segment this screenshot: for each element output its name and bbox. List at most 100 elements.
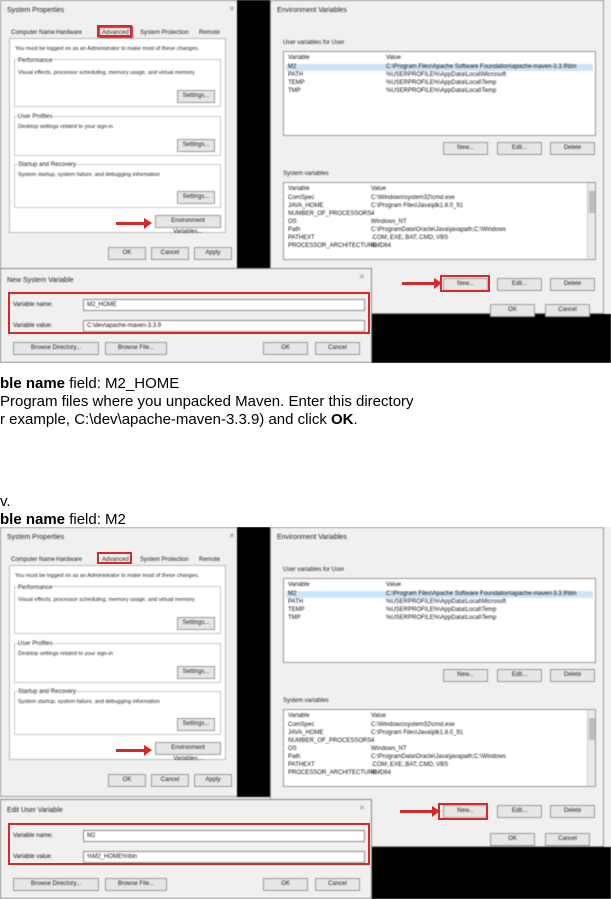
list-item[interactable]: NUMBER_OF_PROCESSORS 4 bbox=[286, 738, 593, 745]
cancel-button[interactable]: Cancel bbox=[545, 833, 590, 846]
list-item[interactable]: M2 C:\Program Files\Apache Software Found… bbox=[286, 591, 593, 598]
close-icon[interactable]: ✕ bbox=[229, 532, 235, 540]
list-item[interactable]: PATH %USERPROFILE%\AppData\Local\Microso… bbox=[286, 72, 593, 79]
ok-button[interactable]: OK bbox=[108, 247, 146, 260]
system-variables-list[interactable]: Variable Value ComSpec C:\Windows\system3… bbox=[283, 182, 596, 260]
system-edit-button[interactable]: Edit... bbox=[497, 278, 542, 291]
list-item[interactable]: OS Windows_NT bbox=[286, 746, 593, 753]
user-delete-button[interactable]: Delete bbox=[550, 669, 595, 682]
cancel-button[interactable]: Cancel bbox=[151, 774, 189, 787]
user-delete-button[interactable]: Delete bbox=[550, 142, 595, 155]
system-delete-button[interactable]: Delete bbox=[550, 805, 595, 818]
tab-computer-name[interactable]: Computer Name bbox=[11, 556, 55, 564]
browse-file-button[interactable]: Browse File... bbox=[105, 342, 167, 355]
system-delete-button[interactable]: Delete bbox=[550, 278, 595, 291]
ok-button[interactable]: OK bbox=[108, 774, 146, 787]
tab-remote[interactable]: Remote bbox=[199, 29, 220, 37]
cancel-button[interactable]: Cancel bbox=[315, 878, 360, 891]
ok-button[interactable]: OK bbox=[263, 878, 308, 891]
list-item[interactable]: PROCESSOR_ARCHITECTURE AMD64 bbox=[286, 770, 593, 777]
environment-variables-button[interactable]: Environment Variables... bbox=[155, 215, 221, 235]
apply-button[interactable]: Apply bbox=[194, 247, 232, 260]
list-item[interactable]: TMP %USERPROFILE%\AppData\Local\Temp bbox=[286, 88, 593, 95]
variable-name-field[interactable]: M2 bbox=[83, 830, 365, 842]
user-variables-list[interactable]: Variable Value M2 C:\Program Files\Apach… bbox=[283, 51, 596, 136]
user-new-button[interactable]: New... bbox=[443, 669, 488, 682]
cancel-button[interactable]: Cancel bbox=[315, 342, 360, 355]
tab-hardware[interactable]: Hardware bbox=[56, 556, 82, 564]
tab-computer-name[interactable]: Computer Name bbox=[11, 29, 55, 37]
list-item[interactable]: TEMP %USERPROFILE%\AppData\Local\Temp bbox=[286, 80, 593, 87]
variable-value-label: Variable value: bbox=[13, 854, 53, 860]
user-new-button[interactable]: New... bbox=[443, 142, 488, 155]
system-new-button[interactable]: New... bbox=[443, 805, 488, 818]
user-edit-button[interactable]: Edit... bbox=[497, 142, 542, 155]
startup-settings-button[interactable]: Settings... bbox=[177, 191, 215, 204]
variable-value-label: Variable value: bbox=[13, 323, 53, 329]
environment-variables-button[interactable]: Environment Variables... bbox=[155, 742, 221, 762]
cancel-button[interactable]: Cancel bbox=[545, 304, 590, 317]
system-variables-list[interactable]: Variable Value ComSpec C:\Windows\system3… bbox=[283, 709, 596, 787]
list-item[interactable]: PATH %USERPROFILE%\AppData\Local\Microsof… bbox=[286, 599, 593, 606]
variable-value-field[interactable]: C:\dev\apache-maven-3.3.9 bbox=[83, 320, 365, 332]
ok-button[interactable]: OK bbox=[263, 342, 308, 355]
variable-name-field[interactable]: M2_HOME bbox=[83, 299, 365, 311]
list-header: Variable Value bbox=[288, 713, 386, 719]
performance-settings-button[interactable]: Settings... bbox=[177, 617, 215, 630]
list-item[interactable]: Path C:\ProgramData\Oracle\Java\javapath;… bbox=[286, 227, 593, 234]
tab-system-protection[interactable]: System Protection bbox=[140, 29, 189, 37]
tab-hardware[interactable]: Hardware bbox=[56, 29, 82, 37]
user-variables-label: User variables for User bbox=[283, 567, 345, 573]
list-item[interactable]: OS Windows_NT bbox=[286, 219, 593, 226]
list-item[interactable]: PATHEXT .COM;.EXE;.BAT;.CMD;.VBS bbox=[286, 235, 593, 242]
list-item[interactable]: JAVA_HOME C:\Program Files\Java\jdk1.8.0_… bbox=[286, 203, 593, 210]
variable-value-field[interactable]: %M2_HOME%\bin bbox=[83, 851, 365, 863]
user-profiles-title: User Profiles bbox=[18, 640, 53, 648]
scrollbar-thumb[interactable] bbox=[589, 191, 595, 213]
user-variables-list[interactable]: Variable Value M2 C:\Program Files\Apache… bbox=[283, 578, 596, 663]
close-icon[interactable]: ✕ bbox=[359, 804, 365, 812]
startup-recovery-title: Startup and Recovery bbox=[18, 161, 77, 169]
ok-button[interactable]: OK bbox=[490, 304, 535, 317]
performance-title: Performance bbox=[18, 584, 53, 592]
user-edit-button[interactable]: Edit... bbox=[497, 669, 542, 682]
tab-remote[interactable]: Remote bbox=[199, 556, 220, 564]
browse-file-button[interactable]: Browse File... bbox=[105, 878, 167, 891]
list-item[interactable]: Path C:\ProgramData\Oracle\Java\javapath;… bbox=[286, 754, 593, 761]
browse-directory-button[interactable]: Browse Directory... bbox=[13, 342, 99, 355]
browse-directory-button[interactable]: Browse Directory... bbox=[13, 878, 99, 891]
scrollbar-thumb[interactable] bbox=[589, 718, 595, 740]
tab-advanced[interactable]: Advanced bbox=[102, 556, 129, 564]
user-profiles-settings-button[interactable]: Settings... bbox=[177, 666, 215, 679]
close-icon[interactable]: ✕ bbox=[359, 273, 365, 281]
list-header: Variable Value bbox=[288, 582, 401, 588]
instruction-line: ble name field: M2 bbox=[0, 511, 126, 528]
performance-settings-button[interactable]: Settings... bbox=[177, 90, 215, 103]
system-properties-window: System Properties ✕ Computer Name Hardwa… bbox=[0, 0, 267, 270]
tab-advanced[interactable]: Advanced bbox=[102, 29, 129, 37]
list-item[interactable]: JAVA_HOME C:\Program Files\Java\jdk1.8.0_… bbox=[286, 730, 593, 737]
list-item[interactable]: TMP %USERPROFILE%\AppData\Local\Temp bbox=[286, 615, 593, 622]
list-item[interactable]: PROCESSOR_ARCHITECTURE AMD64 bbox=[286, 243, 593, 250]
list-item[interactable]: ComSpec C:\Windows\system32\cmd.exe bbox=[286, 722, 593, 729]
ok-button[interactable]: OK bbox=[490, 833, 535, 846]
list-item[interactable]: ComSpec C:\Windows\system32\cmd.exe bbox=[286, 195, 593, 202]
system-edit-button[interactable]: Edit... bbox=[497, 805, 542, 818]
apply-button[interactable]: Apply bbox=[194, 774, 232, 787]
desktop-background bbox=[237, 0, 270, 270]
user-profiles-settings-button[interactable]: Settings... bbox=[177, 139, 215, 152]
close-icon[interactable]: ✕ bbox=[229, 5, 235, 13]
system-new-button[interactable]: New... bbox=[443, 278, 488, 291]
list-item[interactable]: NUMBER_OF_PROCESSORS 4 bbox=[286, 211, 593, 218]
tab-system-protection[interactable]: System Protection bbox=[140, 556, 189, 564]
scrollbar[interactable] bbox=[587, 710, 595, 786]
list-item[interactable]: M2 C:\Program Files\Apache Software Foun… bbox=[286, 64, 593, 71]
user-profiles-desc: Desktop settings related to your sign-in bbox=[18, 651, 114, 657]
scrollbar[interactable] bbox=[587, 183, 595, 259]
new-system-variable-dialog: New System Variable ✕ Variable name: M2_… bbox=[0, 268, 372, 363]
startup-settings-button[interactable]: Settings... bbox=[177, 718, 215, 731]
window-title: Environment Variables bbox=[277, 534, 347, 541]
cancel-button[interactable]: Cancel bbox=[151, 247, 189, 260]
list-item[interactable]: PATHEXT .COM;.EXE;.BAT;.CMD;.VBS bbox=[286, 762, 593, 769]
list-item[interactable]: TEMP %USERPROFILE%\AppData\Local\Temp bbox=[286, 607, 593, 614]
